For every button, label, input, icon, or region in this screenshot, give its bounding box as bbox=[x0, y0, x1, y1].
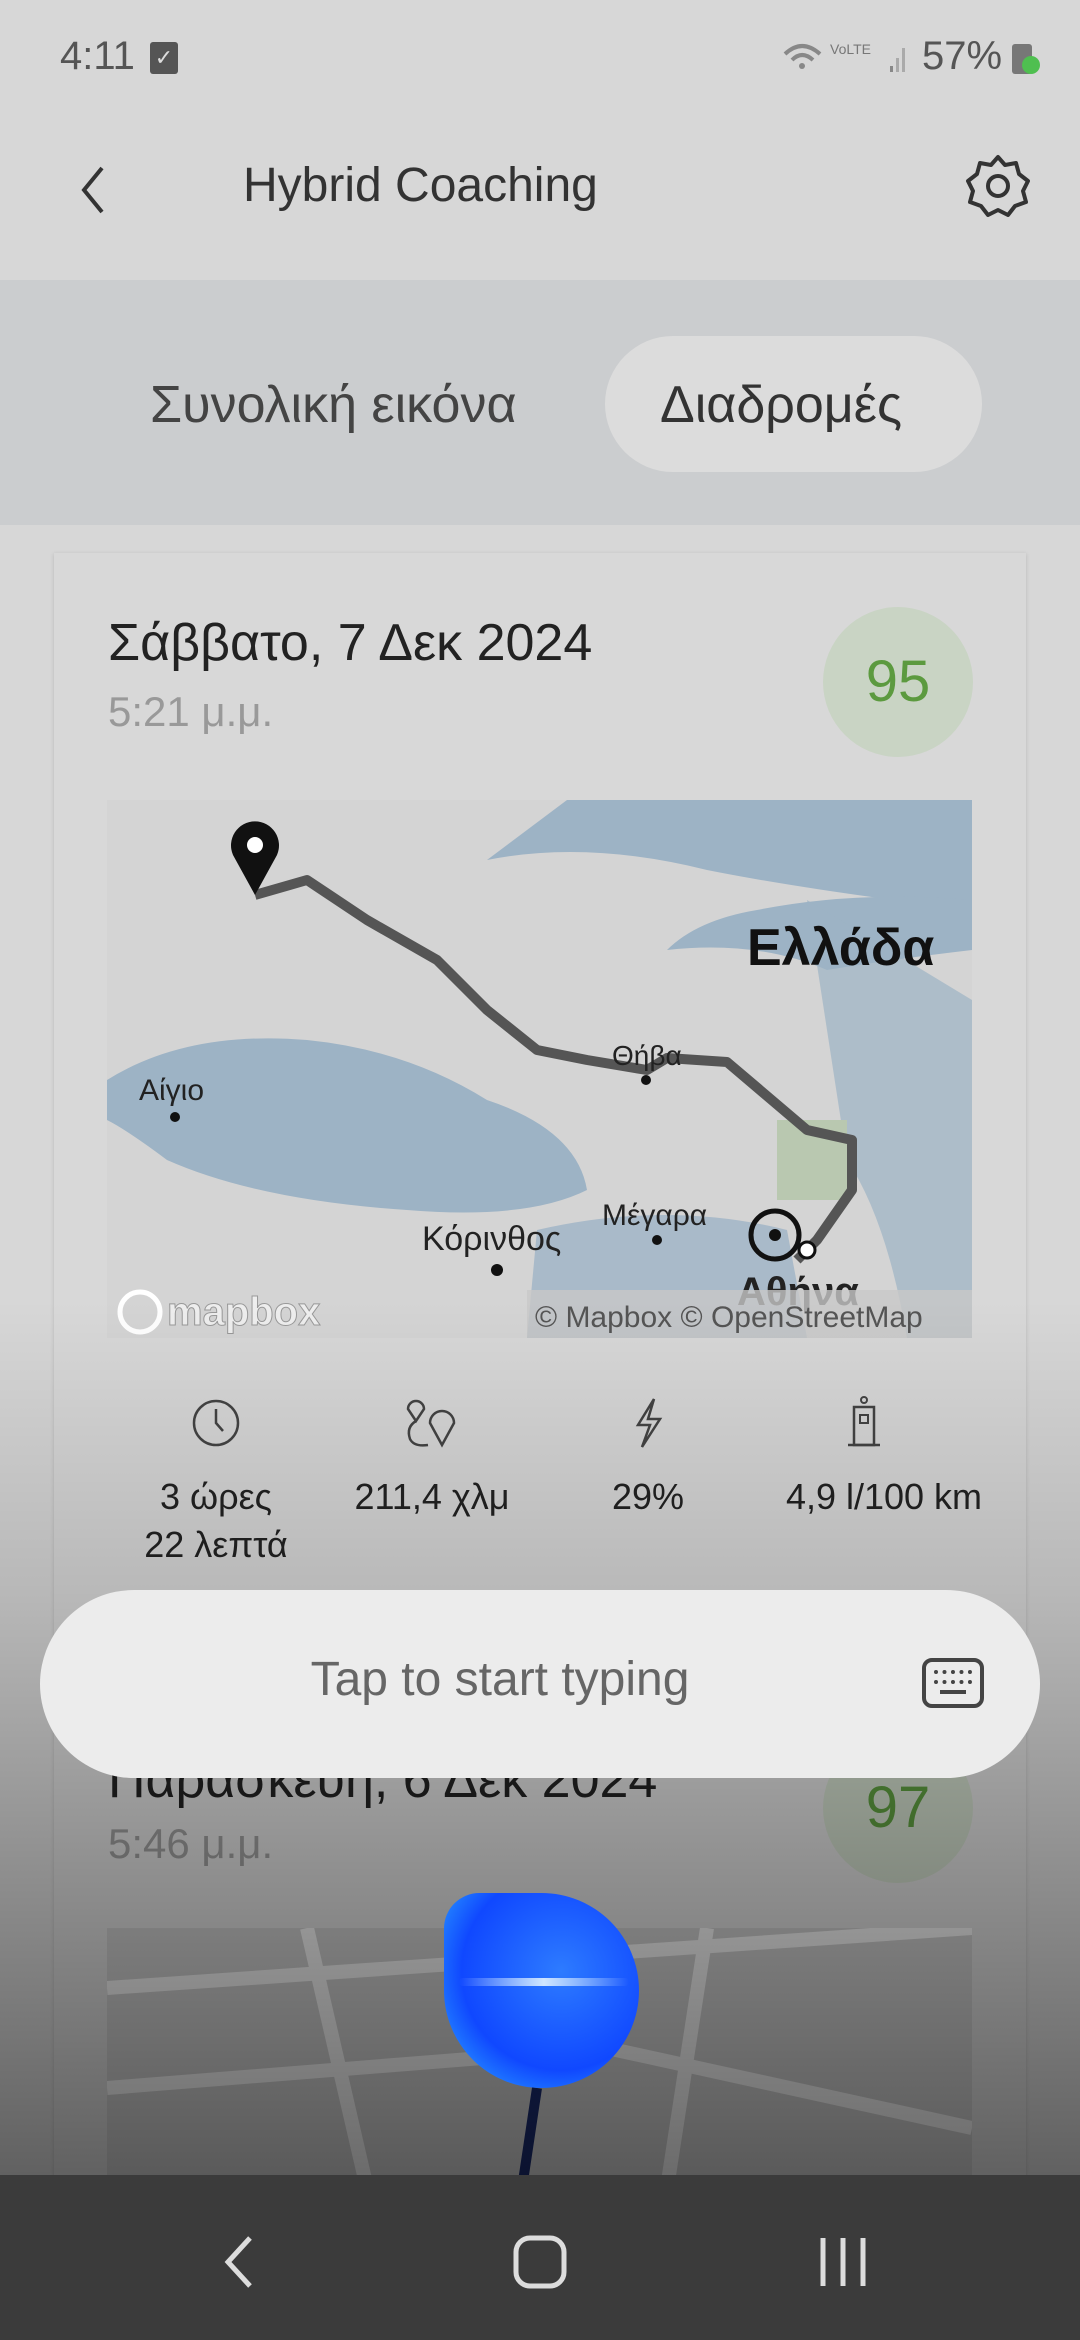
stat-electric: 29% bbox=[611, 1476, 685, 1517]
stat-distance: 211,4 χλμ bbox=[354, 1476, 510, 1517]
keyboard-icon[interactable] bbox=[922, 1658, 984, 1708]
trip-date: Σάββατο, 7 Δεκ 2024 bbox=[108, 614, 593, 672]
battery-level: 57% bbox=[922, 34, 1003, 78]
input-placeholder: Tap to start typing bbox=[310, 1653, 690, 1706]
nav-home-button[interactable] bbox=[512, 2234, 568, 2290]
wifi-signal-icon: VoLTE bbox=[783, 41, 905, 72]
mapbox-logo: mapbox bbox=[167, 1290, 320, 1334]
map-label: Θήβα bbox=[612, 1040, 682, 1071]
map-label: Κόρινθος bbox=[422, 1220, 561, 1258]
trip-time: 5:46 μ.μ. bbox=[108, 1820, 274, 1867]
svg-text:VoLTE: VoLTE bbox=[830, 41, 871, 57]
trip-score-badge: 95 bbox=[823, 607, 973, 757]
notification-check-icon: ✓ bbox=[150, 42, 178, 74]
map-label: Μέγαρα bbox=[602, 1199, 707, 1232]
trip-card[interactable]: Σάββατο, 7 Δεκ 2024 5:21 μ.μ. 95 Ελλάδα … bbox=[54, 553, 1026, 1653]
assistant-orb[interactable] bbox=[444, 1893, 639, 2088]
gear-icon[interactable] bbox=[963, 151, 1033, 221]
page-title: Hybrid Coaching bbox=[243, 159, 598, 212]
map-label: Αίγιο bbox=[139, 1074, 204, 1107]
route-icon bbox=[406, 1399, 456, 1448]
signal-icons: VoLTE bbox=[780, 36, 910, 81]
map-canvas: Ελλάδα Θήβα Αίγιο Κόρινθος Μέγαρα Αθήνα … bbox=[107, 800, 972, 1338]
clock-icon bbox=[192, 1399, 240, 1447]
map-label: Ελλάδα bbox=[747, 919, 934, 977]
status-time: 4:11 bbox=[60, 34, 135, 78]
stat-consumption: 4,9 l/100 km bbox=[785, 1476, 983, 1517]
nav-recents-button[interactable] bbox=[815, 2234, 871, 2290]
stat-value: 22 λεπτά bbox=[144, 1524, 288, 1565]
back-button[interactable] bbox=[78, 160, 108, 220]
lightning-icon bbox=[635, 1398, 663, 1448]
fuel-pump-icon bbox=[848, 1396, 880, 1447]
status-bar: 4:11 ✓ VoLTE 57% bbox=[0, 0, 1080, 115]
tab-overview[interactable]: Συνολική εικόνα bbox=[150, 375, 517, 435]
stat-value: 3 ώρες bbox=[159, 1476, 272, 1517]
assistant-text-input[interactable]: Tap to start typing bbox=[40, 1590, 1040, 1778]
nav-back-button[interactable] bbox=[220, 2232, 260, 2292]
charging-dot bbox=[1022, 56, 1040, 74]
stat-duration: 3 ώρες 22 λεπτά bbox=[116, 1473, 316, 1569]
route-map[interactable]: Ελλάδα Θήβα Αίγιο Κόρινθος Μέγαρα Αθήνα … bbox=[107, 800, 972, 1338]
trip-time: 5:21 μ.μ. bbox=[108, 688, 274, 735]
map-attribution: © Mapbox © OpenStreetMap bbox=[535, 1301, 923, 1334]
tab-trips-label[interactable]: Διαδρομές bbox=[660, 375, 902, 435]
